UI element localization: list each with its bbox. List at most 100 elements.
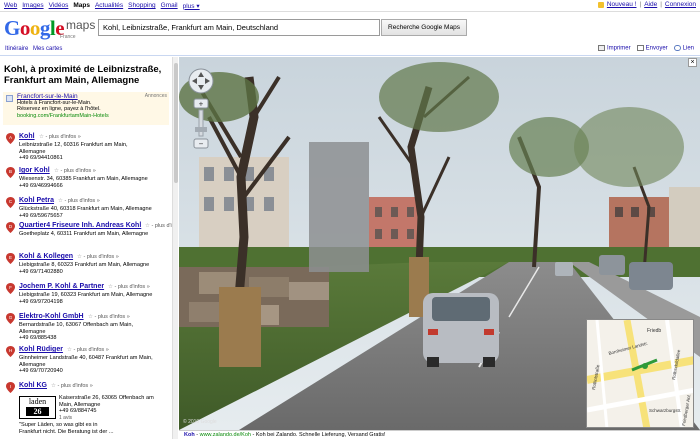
result-address: Goetheplatz 4, 60311 Frankfurt am Main, …: [19, 231, 149, 237]
topnav-item[interactable]: Maps: [73, 2, 90, 9]
result-controls[interactable]: ☆ - plus d'infos »: [108, 284, 150, 290]
map-pin-icon[interactable]: H: [6, 346, 15, 357]
send-link[interactable]: Envoyer: [636, 45, 668, 52]
star-icon[interactable]: ☆: [88, 314, 93, 320]
zoom-slider-handle[interactable]: [195, 127, 207, 132]
svg-text:B: B: [9, 169, 12, 174]
street-label: Schwarzburgstr.: [649, 408, 681, 413]
link-link[interactable]: Lien: [673, 45, 694, 52]
star-icon[interactable]: ☆: [51, 383, 56, 389]
signin-link[interactable]: Connexion: [665, 1, 696, 8]
svg-text:H: H: [9, 348, 12, 353]
topnav-item[interactable]: Images: [22, 2, 43, 9]
map-pin-icon[interactable]: A: [6, 133, 15, 144]
result-name[interactable]: Kohl: [19, 133, 35, 140]
kg-review-snippet: "Super Läden, so was gibt es in Frankfur…: [19, 422, 114, 435]
google-maps-logo[interactable]: Google maps France: [4, 16, 95, 42]
result-controls[interactable]: ☆ - plus d'infos »: [39, 134, 81, 140]
result-name[interactable]: Kohl Petra: [19, 197, 54, 204]
laden26-logo[interactable]: laden 26: [19, 396, 56, 419]
ad-bar-text: - Koh bei Zalando. Schnelle Lieferung, V…: [250, 432, 386, 438]
map-pin-icon[interactable]: D: [6, 222, 15, 233]
topnav-item[interactable]: Web: [4, 2, 17, 9]
map-pin-icon[interactable]: B: [6, 167, 15, 178]
star-icon[interactable]: ☆: [108, 284, 113, 290]
maps-wordmark: maps: [66, 18, 96, 32]
map-pin-icon[interactable]: E: [6, 253, 15, 264]
results-scrollbar[interactable]: [172, 57, 178, 439]
star-icon[interactable]: ☆: [58, 198, 63, 204]
printer-icon: [597, 45, 605, 51]
sponsored-ad[interactable]: Annonces Francfort-sur-le-Main Hotels à …: [3, 92, 169, 125]
topnav-item[interactable]: plus ▾: [183, 2, 200, 10]
more-info-link[interactable]: - plus d'infos »: [45, 134, 80, 140]
more-info-link[interactable]: - plus d'infos »: [60, 168, 95, 174]
results-panel: Kohl, à proximité de Leibnizstraße, Fran…: [0, 57, 178, 439]
more-info-link[interactable]: - plus d'infos »: [83, 254, 118, 260]
itinerary-link[interactable]: Itinéraire: [5, 46, 28, 52]
map-pin-icon[interactable]: F: [6, 283, 15, 294]
scrollbar-thumb[interactable]: [174, 63, 178, 183]
street-view-navigation[interactable]: + −: [187, 67, 215, 155]
svg-text:F: F: [9, 285, 12, 290]
map-copyright: © 2010 Google: [183, 419, 217, 425]
result-controls[interactable]: ☆ - plus d'infos »: [88, 314, 130, 320]
ad-bar-url[interactable]: www.zalando.de/Koh: [200, 432, 251, 438]
envelope-icon: [636, 45, 644, 51]
result-name[interactable]: Kohl & Kollegen: [19, 253, 73, 260]
place-title: Kohl, à proximité de Leibnizstraße, Fran…: [4, 64, 162, 86]
bottom-ad-bar[interactable]: Koh - www.zalando.de/Koh - Koh bei Zalan…: [179, 430, 700, 439]
topnav-item[interactable]: Vidéos: [49, 2, 69, 9]
result-name[interactable]: Igor Kohl: [19, 167, 50, 174]
my-maps-link[interactable]: Mes cartes: [33, 46, 62, 52]
search-button[interactable]: Recherche Google Maps: [381, 19, 467, 36]
star-icon[interactable]: ☆: [77, 254, 82, 260]
more-info-link[interactable]: - plus d'infos »: [57, 383, 92, 389]
zoom-slider[interactable]: [198, 109, 204, 137]
ad-url[interactable]: booking.com/FrankfurtamMain-Hotels: [17, 113, 167, 119]
topnav-item[interactable]: Gmail: [161, 2, 178, 9]
help-link[interactable]: Aide: [644, 1, 657, 8]
print-link[interactable]: Imprimer: [597, 45, 631, 52]
pegman-position-icon: [642, 363, 648, 369]
result-controls[interactable]: ☆ - plus d'infos »: [67, 347, 109, 353]
kg-reviews-link[interactable]: 1 avis: [59, 415, 72, 421]
topnav-item[interactable]: Shopping: [128, 2, 155, 9]
result-name[interactable]: Elektro-Kohl GmbH: [19, 313, 84, 320]
street-label: Friedb: [647, 328, 661, 334]
mini-map[interactable]: Friedb Rothschildallee Bornheimer Landst…: [586, 319, 694, 428]
search-input[interactable]: Kohl, Leibnizstraße, Frankfurt am Main, …: [98, 19, 380, 36]
star-icon[interactable]: ☆: [145, 223, 150, 229]
result-address: Leibnizstraße 12, 60316 Frankfurt am Mai…: [19, 142, 128, 161]
top-navigation: Web Images Vidéos Maps Actualités Shopping Gma…: [0, 0, 700, 12]
result-name[interactable]: Kohl Rüdiger: [19, 346, 63, 353]
street-view-panorama[interactable]: + − × © 2010 Google Friedb Rothschildall…: [179, 57, 700, 430]
new-link[interactable]: Nouveau !: [607, 1, 637, 8]
svg-text:+: +: [199, 100, 204, 109]
result-controls[interactable]: ☆ - plus d'infos »: [77, 254, 119, 260]
result-name[interactable]: Kohl KG: [19, 382, 47, 389]
svg-text:−: −: [199, 140, 204, 149]
map-pin-icon[interactable]: I: [6, 382, 15, 393]
more-info-link[interactable]: - plus d'infos »: [94, 314, 129, 320]
more-info-link[interactable]: - plus d'infos »: [114, 284, 149, 290]
result-controls[interactable]: ☆ - plus d'infos »: [51, 383, 93, 389]
map-pin-icon[interactable]: G: [6, 313, 15, 324]
star-icon[interactable]: ☆: [67, 347, 72, 353]
svg-text:E: E: [9, 255, 12, 260]
new-badge-icon: [597, 1, 604, 8]
result-controls[interactable]: ☆ - plus d'infos »: [54, 168, 96, 174]
result-name[interactable]: Quartier4 Friseure Inh. Andreas Kohl: [19, 222, 141, 229]
star-icon[interactable]: ☆: [39, 134, 44, 140]
result-name[interactable]: Jochem P. Kohl & Partner: [19, 283, 104, 290]
result-controls[interactable]: ☆ - plus d'infos »: [58, 198, 100, 204]
more-info-link[interactable]: - plus d'infos »: [73, 347, 108, 353]
more-info-link[interactable]: - plus d'infos »: [64, 198, 99, 204]
close-street-view-button[interactable]: ×: [688, 58, 697, 67]
sub-toolbar: Itinéraire Mes cartes Imprimer Envoyer L…: [0, 44, 700, 56]
topnav-item[interactable]: Actualités: [95, 2, 123, 9]
star-icon[interactable]: ☆: [54, 168, 59, 174]
result-address: Bernardstraße 10, 63067 Offenbach am Mai…: [19, 322, 134, 341]
ad-brand[interactable]: Koh: [184, 432, 195, 438]
map-pin-icon[interactable]: C: [6, 197, 15, 208]
